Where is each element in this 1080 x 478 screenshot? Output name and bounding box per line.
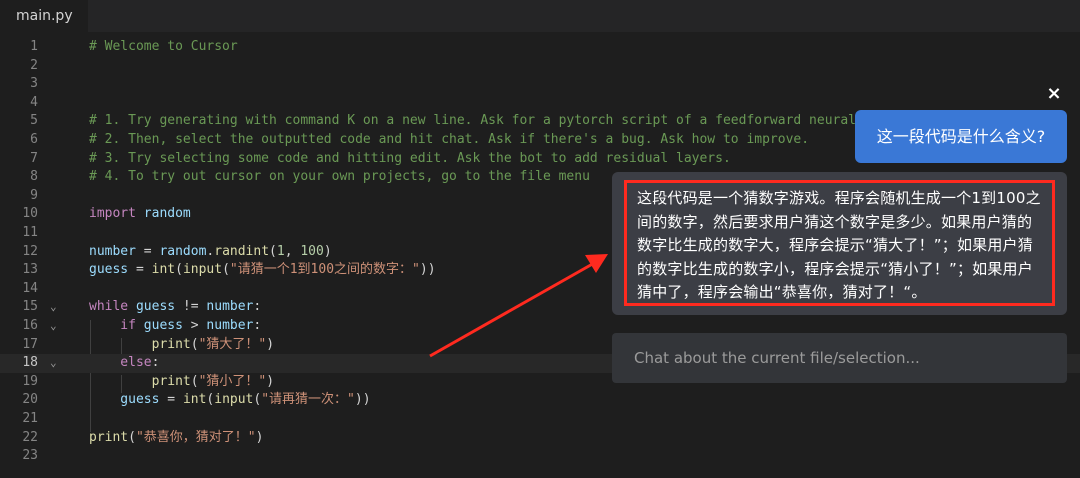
bot-message-text: 这段代码是一个猜数字游戏。程序会随机生成一个1到100之间的数字，然后要求用户猜… <box>624 180 1055 306</box>
close-icon[interactable]: × <box>1044 84 1064 104</box>
chat-input[interactable]: Chat about the current file/selection... <box>612 333 1067 383</box>
bot-message: 这段代码是一个猜数字游戏。程序会随机生成一个1到100之间的数字，然后要求用户猜… <box>612 172 1067 315</box>
user-message: 这一段代码是什么含义? <box>855 110 1067 163</box>
